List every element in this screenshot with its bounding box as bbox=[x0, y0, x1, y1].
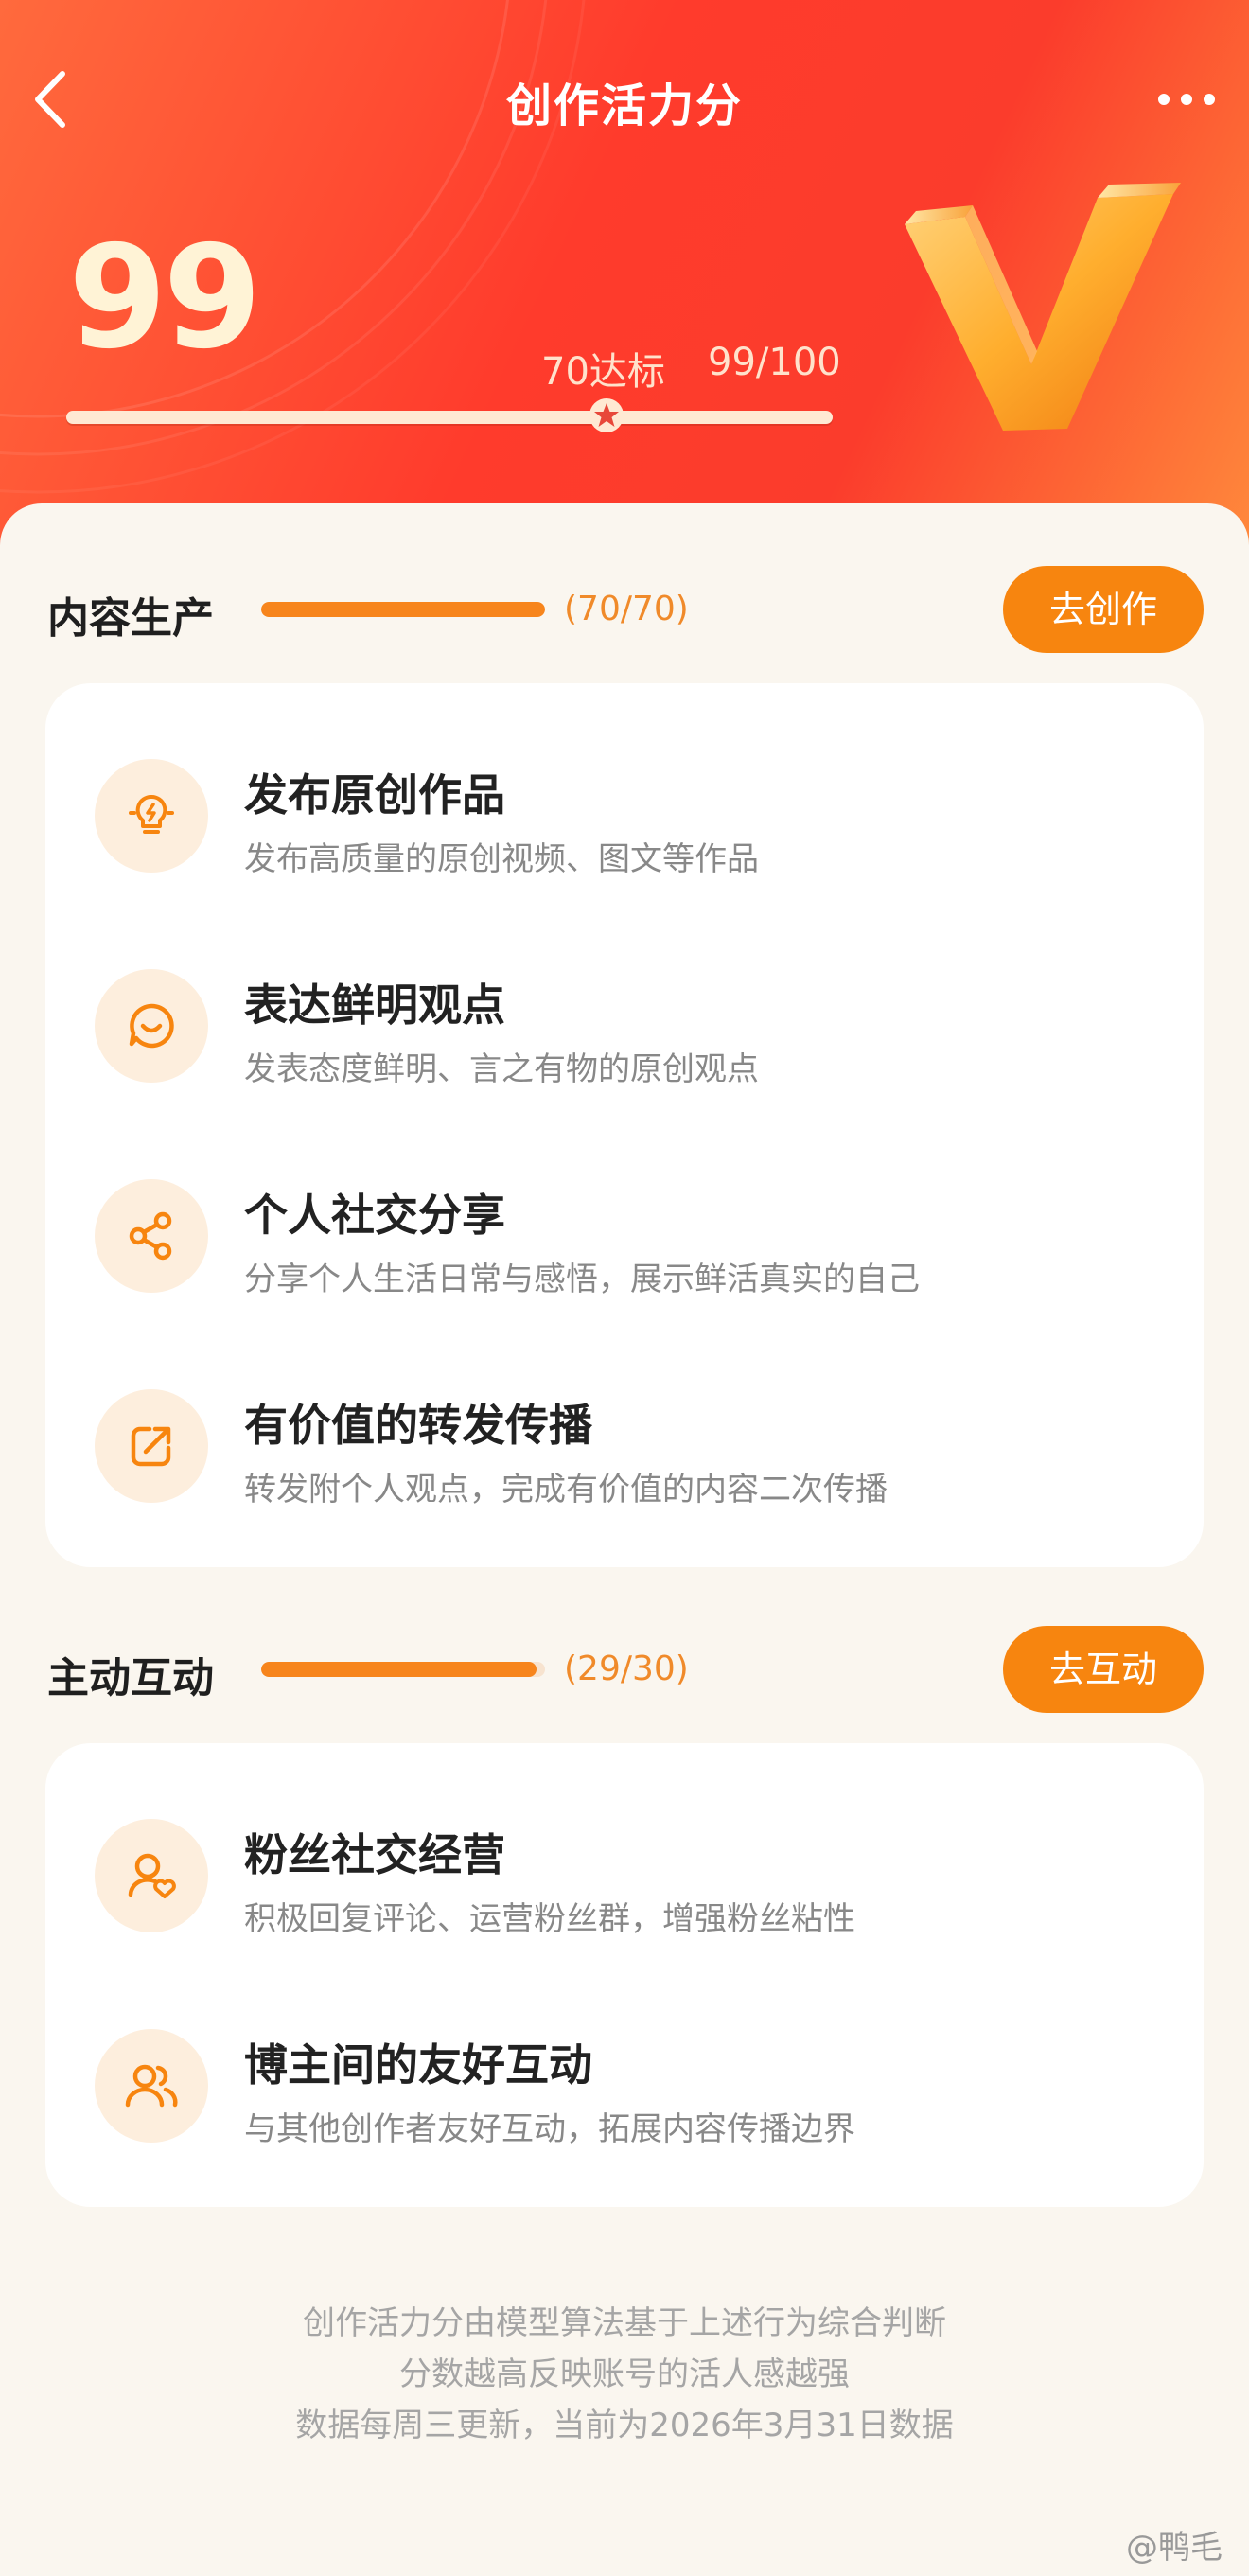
list-item[interactable]: 表达鲜明观点 发表态度鲜明、言之有物的原创观点 bbox=[45, 960, 1204, 1092]
item-desc: 转发附个人观点，完成有价值的内容二次传播 bbox=[244, 1471, 888, 1509]
page-title: 创作活力分 bbox=[505, 79, 743, 132]
go-interact-button[interactable]: 去互动 bbox=[1003, 1626, 1204, 1713]
footer-line: 创作活力分由模型算法基于上述行为综合判断 bbox=[303, 2304, 946, 2342]
item-title: 发布原创作品 bbox=[244, 769, 505, 820]
section-title-content: 内容生产 bbox=[47, 594, 214, 643]
watermark: @鸭毛 bbox=[1126, 2529, 1223, 2567]
item-desc: 分享个人生活日常与感悟，展示鲜活真实的自己 bbox=[244, 1261, 920, 1298]
item-title: 粉丝社交经营 bbox=[244, 1829, 505, 1880]
list-item[interactable]: 个人社交分享 分享个人生活日常与感悟，展示鲜活真实的自己 bbox=[45, 1170, 1204, 1302]
item-desc: 发布高质量的原创视频、图文等作品 bbox=[244, 840, 759, 878]
score-progress-bar bbox=[66, 411, 833, 424]
item-title: 有价值的转发传播 bbox=[244, 1400, 592, 1451]
content-production-card: 发布原创作品 发布高质量的原创视频、图文等作品 表达鲜明观点 发表态度鲜明、言之… bbox=[45, 683, 1204, 1567]
list-item[interactable]: 博主间的友好互动 与其他创作者友好互动，拓展内容传播边界 bbox=[45, 2020, 1204, 2152]
item-desc: 积极回复评论、运营粉丝群，增强粉丝粘性 bbox=[244, 1900, 855, 1938]
item-desc: 与其他创作者友好互动，拓展内容传播边界 bbox=[244, 2110, 855, 2148]
list-item[interactable]: 发布原创作品 发布高质量的原创视频、图文等作品 bbox=[45, 750, 1204, 882]
list-item[interactable]: 粉丝社交经营 积极回复评论、运营粉丝群，增强粉丝粘性 bbox=[45, 1809, 1204, 1942]
section-count-interaction: (29/30) bbox=[564, 1650, 689, 1688]
target-star-icon bbox=[589, 398, 624, 432]
item-title: 个人社交分享 bbox=[244, 1190, 505, 1241]
footer-line: 数据每周三更新，当前为2026年3月31日数据 bbox=[295, 2407, 954, 2444]
v-badge-icon bbox=[905, 183, 1181, 431]
section-progress-fill bbox=[261, 1662, 537, 1677]
list-item[interactable]: 有价值的转发传播 转发附个人观点，完成有价值的内容二次传播 bbox=[45, 1380, 1204, 1512]
lightbulb-icon bbox=[95, 759, 208, 873]
footer-note: 创作活力分由模型算法基于上述行为综合判断 分数越高反映账号的活人感越强 数据每周… bbox=[0, 2298, 1249, 2451]
interaction-card: 粉丝社交经营 积极回复评论、运营粉丝群，增强粉丝粘性 博主间的友好互动 与其他创… bbox=[45, 1743, 1204, 2207]
item-title: 博主间的友好互动 bbox=[244, 2039, 592, 2091]
score-ratio: 99/100 bbox=[708, 341, 841, 384]
item-desc: 发表态度鲜明、言之有物的原创观点 bbox=[244, 1050, 759, 1088]
share-icon bbox=[95, 1179, 208, 1293]
item-title: 表达鲜明观点 bbox=[244, 979, 505, 1031]
section-progress-fill bbox=[261, 602, 545, 617]
users-icon bbox=[95, 2029, 208, 2143]
forward-icon bbox=[95, 1389, 208, 1503]
smile-chat-icon bbox=[95, 969, 208, 1083]
score-value: 99 bbox=[68, 216, 262, 380]
footer-line: 分数越高反映账号的活人感越强 bbox=[399, 2355, 850, 2393]
go-create-button[interactable]: 去创作 bbox=[1003, 566, 1204, 653]
header-hero: 创作活力分 99 70达标 99/100 bbox=[0, 0, 1249, 568]
user-heart-icon bbox=[95, 1819, 208, 1932]
section-progress-content bbox=[261, 602, 545, 617]
section-title-interaction: 主动互动 bbox=[47, 1654, 214, 1703]
section-progress-interaction bbox=[261, 1662, 545, 1677]
section-count-content: (70/70) bbox=[564, 590, 689, 628]
more-icon[interactable] bbox=[1156, 85, 1217, 114]
target-label: 70达标 bbox=[541, 350, 665, 394]
